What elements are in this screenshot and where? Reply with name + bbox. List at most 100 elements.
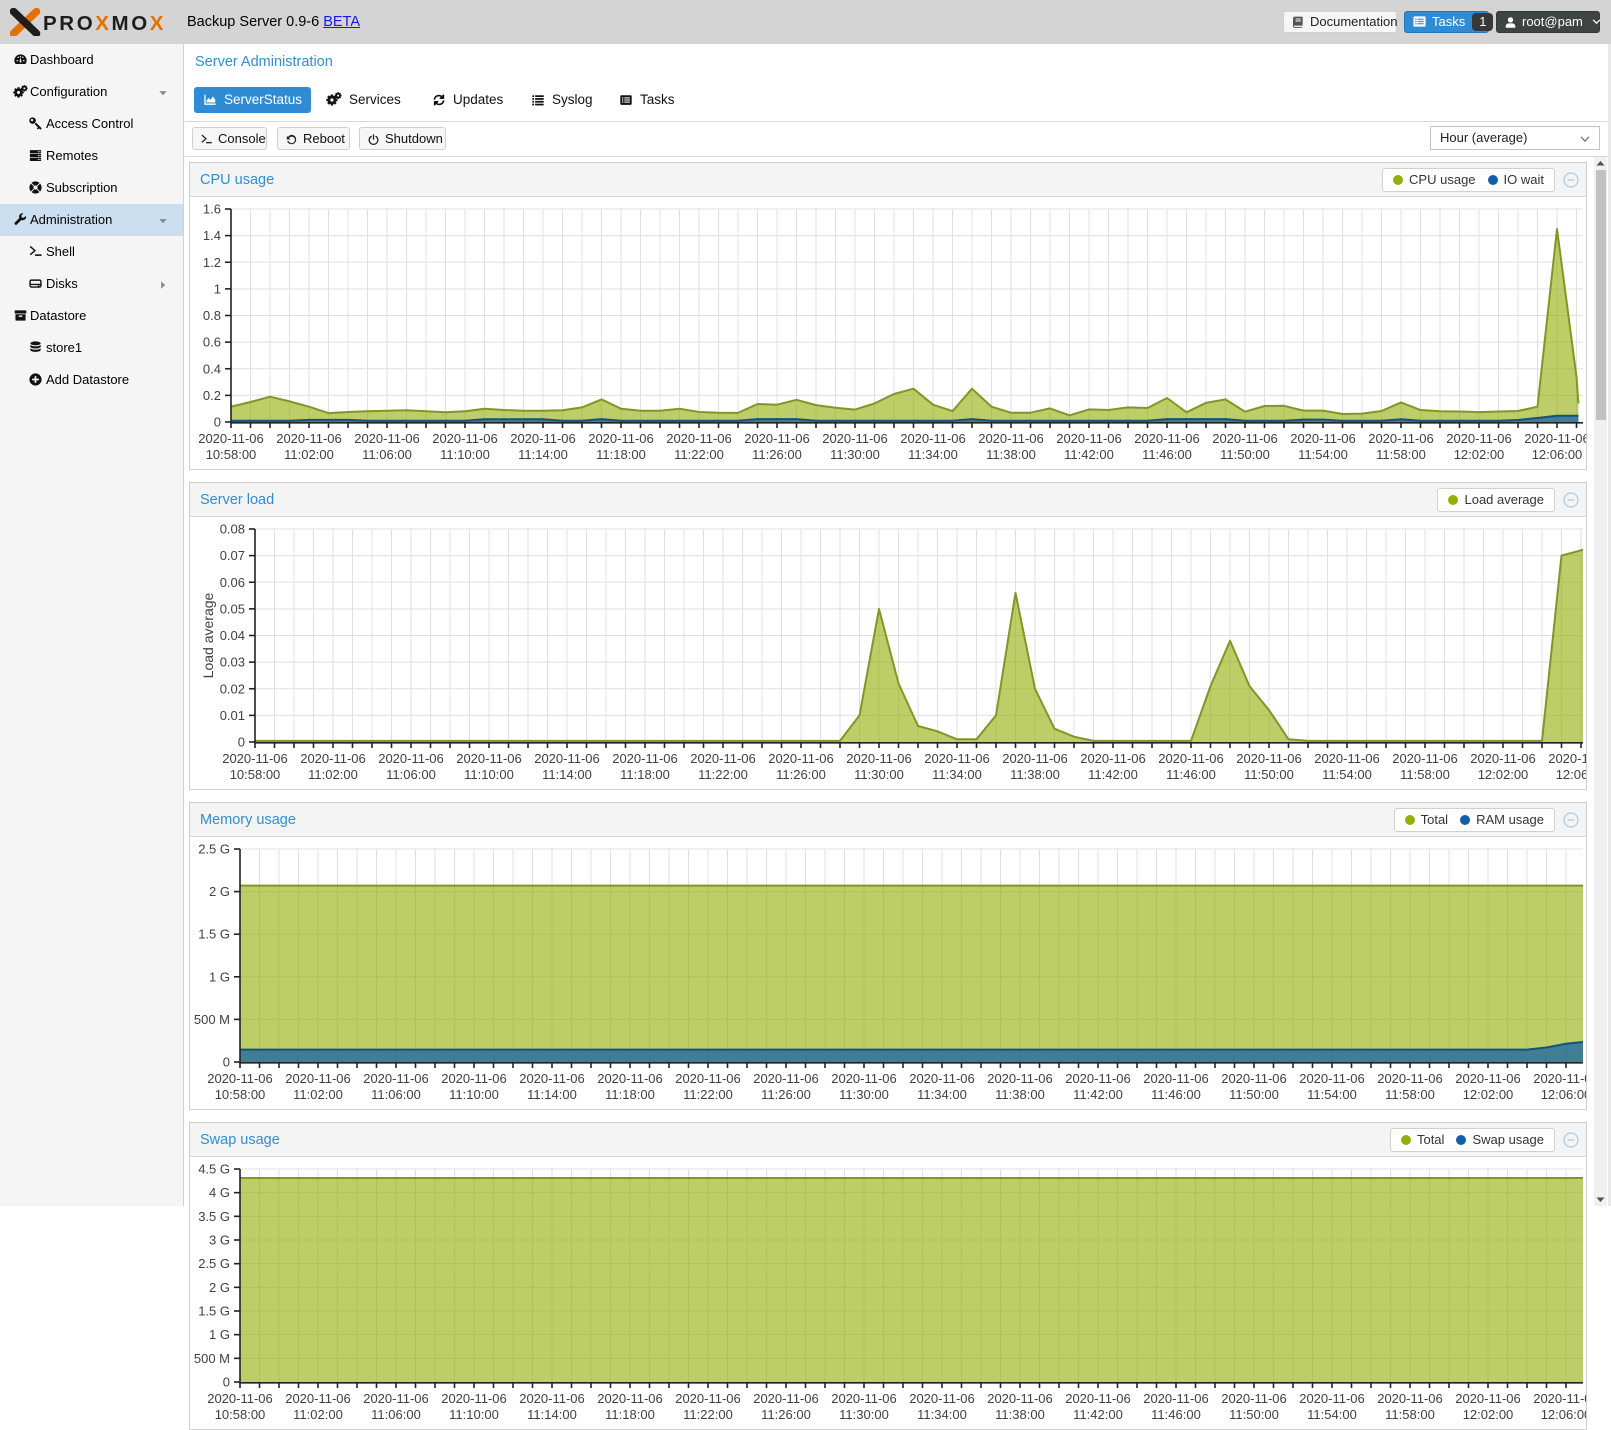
svg-text:11:10:00: 11:10:00: [449, 1407, 499, 1422]
svg-text:2020-11-06: 2020-11-06: [831, 1391, 897, 1406]
svg-text:11:18:00: 11:18:00: [605, 1407, 655, 1422]
svg-text:2020-11-06: 2020-11-06: [1548, 751, 1586, 766]
svg-text:2020-11-06: 2020-11-06: [285, 1391, 351, 1406]
svg-text:11:46:00: 11:46:00: [1151, 1087, 1201, 1102]
svg-text:12:02:00: 12:02:00: [1463, 1407, 1514, 1422]
svg-text:2020-11-06: 2020-11-06: [597, 1391, 663, 1406]
svg-text:3 G: 3 G: [209, 1233, 230, 1248]
svg-text:2020-11-06: 2020-11-06: [1221, 1391, 1287, 1406]
svg-text:2020-11-06: 2020-11-06: [987, 1391, 1053, 1406]
svg-text:2020-11-06: 2020-11-06: [1212, 431, 1278, 446]
svg-text:2020-11-06: 2020-11-06: [534, 751, 600, 766]
svg-text:11:18:00: 11:18:00: [620, 767, 670, 782]
svg-text:1 G: 1 G: [209, 969, 230, 984]
svg-text:11:14:00: 11:14:00: [527, 1407, 577, 1422]
svg-text:11:54:00: 11:54:00: [1307, 1407, 1357, 1422]
svg-text:2 G: 2 G: [209, 884, 230, 899]
svg-text:2020-11-06: 2020-11-06: [597, 1071, 663, 1086]
svg-text:2020-11-06: 2020-11-06: [1299, 1071, 1365, 1086]
svg-text:2020-11-06: 2020-11-06: [1455, 1071, 1521, 1086]
svg-text:2020-11-06: 2020-11-06: [300, 751, 366, 766]
svg-text:2020-11-06: 2020-11-06: [363, 1391, 429, 1406]
svg-text:11:06:00: 11:06:00: [362, 447, 412, 462]
svg-text:2020-11-06: 2020-11-06: [519, 1391, 585, 1406]
svg-text:11:14:00: 11:14:00: [527, 1087, 577, 1102]
svg-text:11:50:00: 11:50:00: [1244, 767, 1294, 782]
svg-text:11:38:00: 11:38:00: [995, 1087, 1045, 1102]
svg-text:11:14:00: 11:14:00: [542, 767, 592, 782]
svg-text:11:50:00: 11:50:00: [1220, 447, 1270, 462]
svg-text:2020-11-06: 2020-11-06: [1134, 431, 1200, 446]
svg-text:2020-11-06: 2020-11-06: [276, 431, 342, 446]
svg-text:1.2: 1.2: [203, 255, 221, 270]
svg-text:11:02:00: 11:02:00: [308, 767, 358, 782]
svg-text:2020-11-06: 2020-11-06: [612, 751, 678, 766]
svg-text:12:02:00: 12:02:00: [1454, 447, 1505, 462]
svg-text:11:26:00: 11:26:00: [776, 767, 826, 782]
svg-text:2020-11-06: 2020-11-06: [753, 1071, 819, 1086]
svg-text:11:54:00: 11:54:00: [1298, 447, 1348, 462]
svg-text:500 M: 500 M: [194, 1351, 230, 1366]
svg-text:11:22:00: 11:22:00: [674, 447, 724, 462]
svg-text:11:58:00: 11:58:00: [1376, 447, 1426, 462]
svg-text:11:30:00: 11:30:00: [854, 767, 904, 782]
svg-text:2 G: 2 G: [209, 1280, 230, 1295]
svg-text:2020-11-06: 2020-11-06: [1080, 751, 1146, 766]
svg-text:11:50:00: 11:50:00: [1229, 1407, 1279, 1422]
svg-text:11:22:00: 11:22:00: [683, 1087, 733, 1102]
svg-text:2020-11-06: 2020-11-06: [846, 751, 912, 766]
svg-text:2020-11-06: 2020-11-06: [1524, 431, 1586, 446]
svg-text:0.6: 0.6: [203, 335, 221, 350]
svg-text:2020-11-06: 2020-11-06: [1470, 751, 1536, 766]
svg-text:2020-11-06: 2020-11-06: [588, 431, 654, 446]
svg-text:2020-11-06: 2020-11-06: [822, 431, 888, 446]
svg-text:2020-11-06: 2020-11-06: [432, 431, 498, 446]
svg-text:11:02:00: 11:02:00: [284, 447, 334, 462]
svg-text:0.04: 0.04: [220, 628, 245, 643]
svg-text:11:02:00: 11:02:00: [293, 1087, 343, 1102]
svg-text:11:42:00: 11:42:00: [1064, 447, 1114, 462]
svg-text:2020-11-06: 2020-11-06: [222, 751, 288, 766]
svg-text:12:02:00: 12:02:00: [1463, 1087, 1514, 1102]
svg-text:11:46:00: 11:46:00: [1142, 447, 1192, 462]
svg-text:2020-11-06: 2020-11-06: [456, 751, 522, 766]
svg-text:2020-11-06: 2020-11-06: [900, 431, 966, 446]
svg-text:0: 0: [223, 1375, 230, 1390]
svg-text:11:30:00: 11:30:00: [839, 1087, 889, 1102]
svg-text:11:38:00: 11:38:00: [995, 1407, 1045, 1422]
svg-text:2020-11-06: 2020-11-06: [519, 1071, 585, 1086]
svg-text:11:42:00: 11:42:00: [1073, 1087, 1123, 1102]
svg-text:11:34:00: 11:34:00: [932, 767, 982, 782]
svg-text:12:06:00: 12:06:00: [1556, 767, 1586, 782]
svg-text:11:14:00: 11:14:00: [518, 447, 568, 462]
svg-text:2020-11-06: 2020-11-06: [441, 1391, 507, 1406]
svg-text:PROXMOX: PROXMOX: [43, 12, 166, 35]
svg-text:2020-11-06: 2020-11-06: [987, 1071, 1053, 1086]
svg-text:11:30:00: 11:30:00: [830, 447, 880, 462]
svg-text:2020-11-06: 2020-11-06: [1533, 1391, 1586, 1406]
svg-text:2020-11-06: 2020-11-06: [909, 1071, 975, 1086]
svg-text:500 M: 500 M: [194, 1012, 230, 1027]
svg-text:10:58:00: 10:58:00: [215, 1087, 266, 1102]
svg-text:11:38:00: 11:38:00: [1010, 767, 1060, 782]
svg-text:2020-11-06: 2020-11-06: [1299, 1391, 1365, 1406]
svg-text:0.02: 0.02: [220, 681, 245, 696]
svg-text:11:34:00: 11:34:00: [908, 447, 958, 462]
svg-text:2020-11-06: 2020-11-06: [924, 751, 990, 766]
svg-text:2020-11-06: 2020-11-06: [1377, 1391, 1443, 1406]
svg-text:11:26:00: 11:26:00: [752, 447, 802, 462]
svg-text:2020-11-06: 2020-11-06: [1377, 1071, 1443, 1086]
svg-text:2020-11-06: 2020-11-06: [354, 431, 420, 446]
svg-text:2020-11-06: 2020-11-06: [207, 1391, 273, 1406]
svg-text:11:10:00: 11:10:00: [440, 447, 490, 462]
svg-text:11:22:00: 11:22:00: [683, 1407, 733, 1422]
svg-text:1.4: 1.4: [203, 228, 221, 243]
svg-text:2020-11-06: 2020-11-06: [831, 1071, 897, 1086]
svg-text:0.4: 0.4: [203, 361, 221, 376]
svg-text:12:06:00: 12:06:00: [1532, 447, 1583, 462]
svg-text:2020-11-06: 2020-11-06: [285, 1071, 351, 1086]
svg-text:0.03: 0.03: [220, 655, 245, 670]
svg-text:2020-11-06: 2020-11-06: [207, 1071, 273, 1086]
svg-text:11:42:00: 11:42:00: [1073, 1407, 1123, 1422]
svg-text:11:50:00: 11:50:00: [1229, 1087, 1279, 1102]
